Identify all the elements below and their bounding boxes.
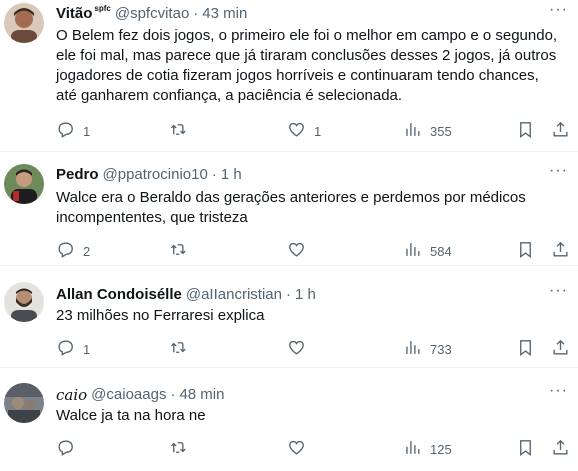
bookmark-icon <box>516 438 535 460</box>
bookmark-icon <box>516 338 535 360</box>
share-button[interactable] <box>551 240 570 262</box>
reply-button[interactable] <box>56 438 83 460</box>
avatar[interactable] <box>4 3 44 43</box>
retweet-icon <box>169 438 188 460</box>
reply-button[interactable]: 1 <box>56 120 90 142</box>
views-button[interactable]: 584 <box>403 240 452 262</box>
user-handle[interactable]: @caioaags <box>91 386 166 404</box>
view-count: 584 <box>430 243 452 259</box>
tweet-text: Walce era o Beraldo das gerações anterio… <box>56 189 526 226</box>
retweet-button[interactable] <box>169 338 196 360</box>
tweet[interactable]: Pedro @ppatrocinio10 · 1 h ··· Walce era… <box>0 152 578 266</box>
reply-count: 2 <box>83 243 91 259</box>
bookmark-button[interactable] <box>516 438 535 460</box>
share-icon <box>551 338 570 360</box>
retweet-icon <box>169 240 188 262</box>
display-name[interactable]: Pedro <box>56 166 99 184</box>
like-button[interactable] <box>287 438 314 460</box>
like-count: 1 <box>314 123 322 139</box>
like-icon <box>287 120 306 142</box>
view-count: 125 <box>430 441 452 457</box>
user-handle[interactable]: @aIIancristian <box>186 286 282 304</box>
name-flair: spfc <box>94 4 111 13</box>
views-button[interactable]: 125 <box>403 438 452 460</box>
share-button[interactable] <box>551 338 570 360</box>
avatar[interactable] <box>4 383 44 423</box>
reply-icon <box>56 438 75 460</box>
retweet-button[interactable] <box>169 240 196 262</box>
bookmark-icon <box>516 120 535 142</box>
tweet-text: Walce ja ta na hora ne <box>56 407 206 424</box>
timestamp[interactable]: 43 min <box>202 5 247 23</box>
retweet-icon <box>169 338 188 360</box>
tweet-actions: 2 584 <box>56 240 578 260</box>
view-count: 733 <box>430 341 452 357</box>
retweet-button[interactable] <box>169 438 196 460</box>
more-icon[interactable]: ··· <box>549 162 568 180</box>
like-icon <box>287 240 306 262</box>
user-handle[interactable]: @ppatrocinio10 <box>103 166 208 184</box>
timestamp[interactable]: 1 h <box>221 166 242 184</box>
display-name[interactable]: Vitão <box>56 5 92 23</box>
reply-icon <box>56 120 75 142</box>
tweet[interactable]: Allan Condoisélle @aIIancristian · 1 h ·… <box>0 266 578 368</box>
tweet-actions: 1 1 355 <box>56 120 578 140</box>
tweet-text: 23 milhões no Ferraresi explica <box>56 307 265 324</box>
reply-count: 1 <box>83 123 91 139</box>
timestamp[interactable]: 48 min <box>179 386 224 404</box>
views-icon <box>403 438 422 460</box>
display-name[interactable]: Allan Condoisélle <box>56 286 182 304</box>
share-icon <box>551 438 570 460</box>
reply-icon <box>56 240 75 262</box>
share-icon <box>551 120 570 142</box>
tweet-actions: 125 <box>56 438 578 458</box>
like-button[interactable] <box>287 240 314 262</box>
tweet[interactable]: Vitão spfc @spfcvitao · 43 min ··· O Bel… <box>0 0 578 152</box>
retweet-button[interactable] <box>169 120 196 142</box>
reply-icon <box>56 338 75 360</box>
avatar[interactable] <box>4 282 44 322</box>
separator-dot: · <box>193 5 199 22</box>
bookmark-icon <box>516 240 535 262</box>
separator-dot: · <box>170 386 176 403</box>
bookmark-button[interactable] <box>516 120 535 142</box>
more-icon[interactable]: ··· <box>549 282 568 300</box>
reply-button[interactable]: 1 <box>56 338 90 360</box>
more-icon[interactable]: ··· <box>549 1 568 19</box>
like-button[interactable]: 1 <box>287 120 321 142</box>
separator-dot: · <box>285 286 291 303</box>
like-button[interactable] <box>287 338 314 360</box>
share-icon <box>551 240 570 262</box>
tweet[interactable]: caio @caioaags · 48 min ··· Walce ja ta … <box>0 368 578 471</box>
more-icon[interactable]: ··· <box>549 382 568 400</box>
views-icon <box>403 338 422 360</box>
bookmark-button[interactable] <box>516 240 535 262</box>
retweet-icon <box>169 120 188 142</box>
views-icon <box>403 240 422 262</box>
views-icon <box>403 120 422 142</box>
share-button[interactable] <box>551 438 570 460</box>
views-button[interactable]: 733 <box>403 338 452 360</box>
share-button[interactable] <box>551 120 570 142</box>
like-icon <box>287 338 306 360</box>
avatar[interactable] <box>4 164 44 204</box>
reply-feed: Vitão spfc @spfcvitao · 43 min ··· O Bel… <box>0 0 578 471</box>
display-name[interactable]: caio <box>56 386 87 404</box>
bookmark-button[interactable] <box>516 338 535 360</box>
tweet-text: O Belem fez dois jogos, o primeiro ele f… <box>56 27 558 104</box>
separator-dot: · <box>211 166 217 183</box>
timestamp[interactable]: 1 h <box>295 286 316 304</box>
reply-count: 1 <box>83 341 91 357</box>
tweet-actions: 1 733 <box>56 338 578 358</box>
like-icon <box>287 438 306 460</box>
view-count: 355 <box>430 123 452 139</box>
user-handle[interactable]: @spfcvitao <box>115 5 189 23</box>
views-button[interactable]: 355 <box>403 120 452 142</box>
reply-button[interactable]: 2 <box>56 240 90 262</box>
